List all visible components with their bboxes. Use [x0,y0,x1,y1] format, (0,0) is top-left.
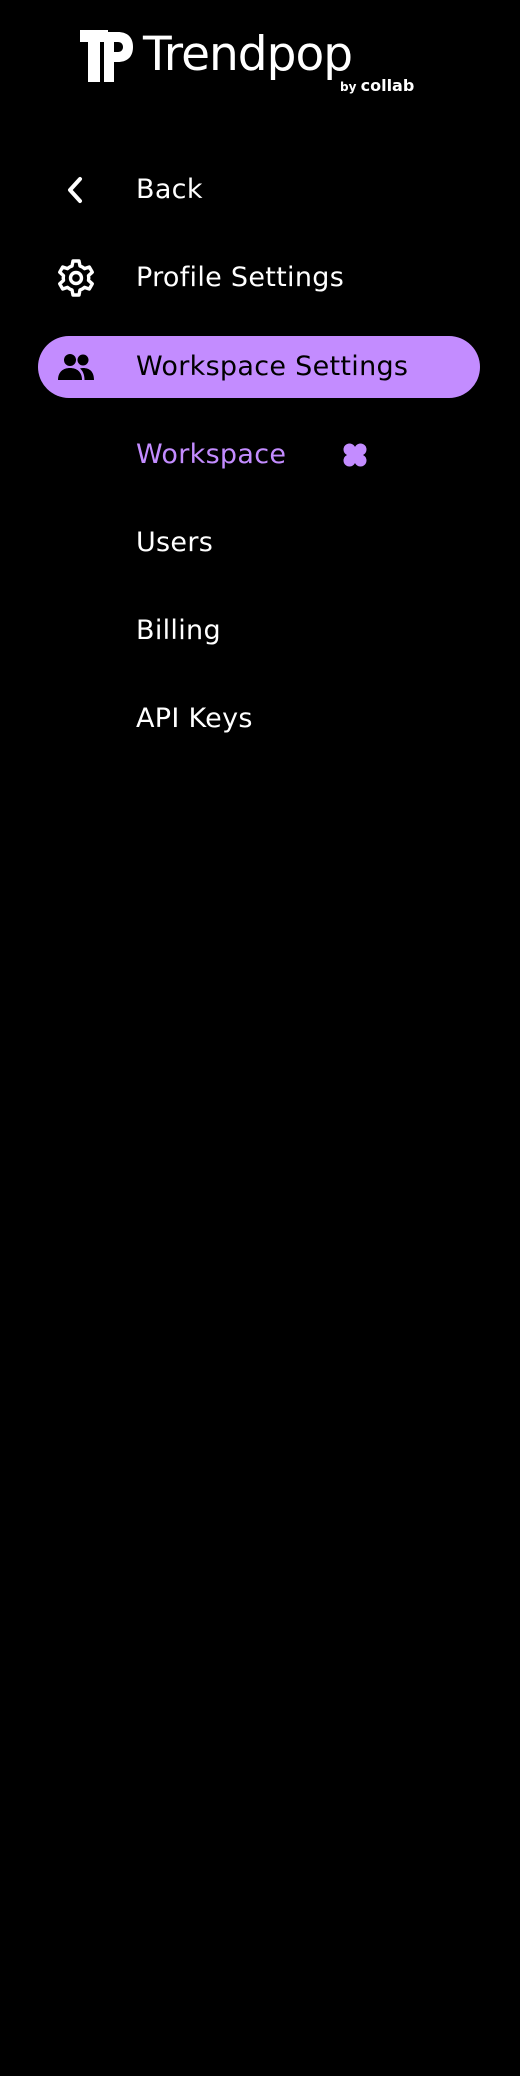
chevron-left-icon [68,177,82,203]
settings-sidebar: Trendpop by collab Back Profile Settings [0,0,520,2076]
logo-by-text: by [340,80,357,94]
back-button[interactable]: Back [38,159,480,221]
subnav-workspace-label: Workspace [136,439,287,470]
subnav-item-billing[interactable]: Billing [38,600,480,662]
subnav-users-label: Users [136,527,214,558]
profile-settings-label: Profile Settings [136,262,345,293]
workspace-settings-item[interactable]: Workspace Settings [38,336,480,398]
gear-icon [58,259,94,297]
users-icon [58,354,94,380]
workspace-settings-label: Workspace Settings [136,351,409,382]
clover-icon [343,443,367,467]
trendpop-tp-logo-icon [80,30,133,82]
subnav-item-workspace[interactable]: Workspace [38,424,480,486]
subnav-item-users[interactable]: Users [38,512,480,574]
logo-collab-text: collab [360,76,415,95]
back-label: Back [136,174,203,205]
subnav-item-api-keys[interactable]: API Keys [38,688,480,750]
subnav-billing-label: Billing [136,615,221,646]
logo-byline: by collab [340,78,414,94]
logo-wordmark: Trendpop [143,27,353,82]
trendpop-logo[interactable]: Trendpop by collab [78,28,418,98]
profile-settings-item[interactable]: Profile Settings [38,247,480,309]
subnav-api-keys-label: API Keys [136,703,253,734]
